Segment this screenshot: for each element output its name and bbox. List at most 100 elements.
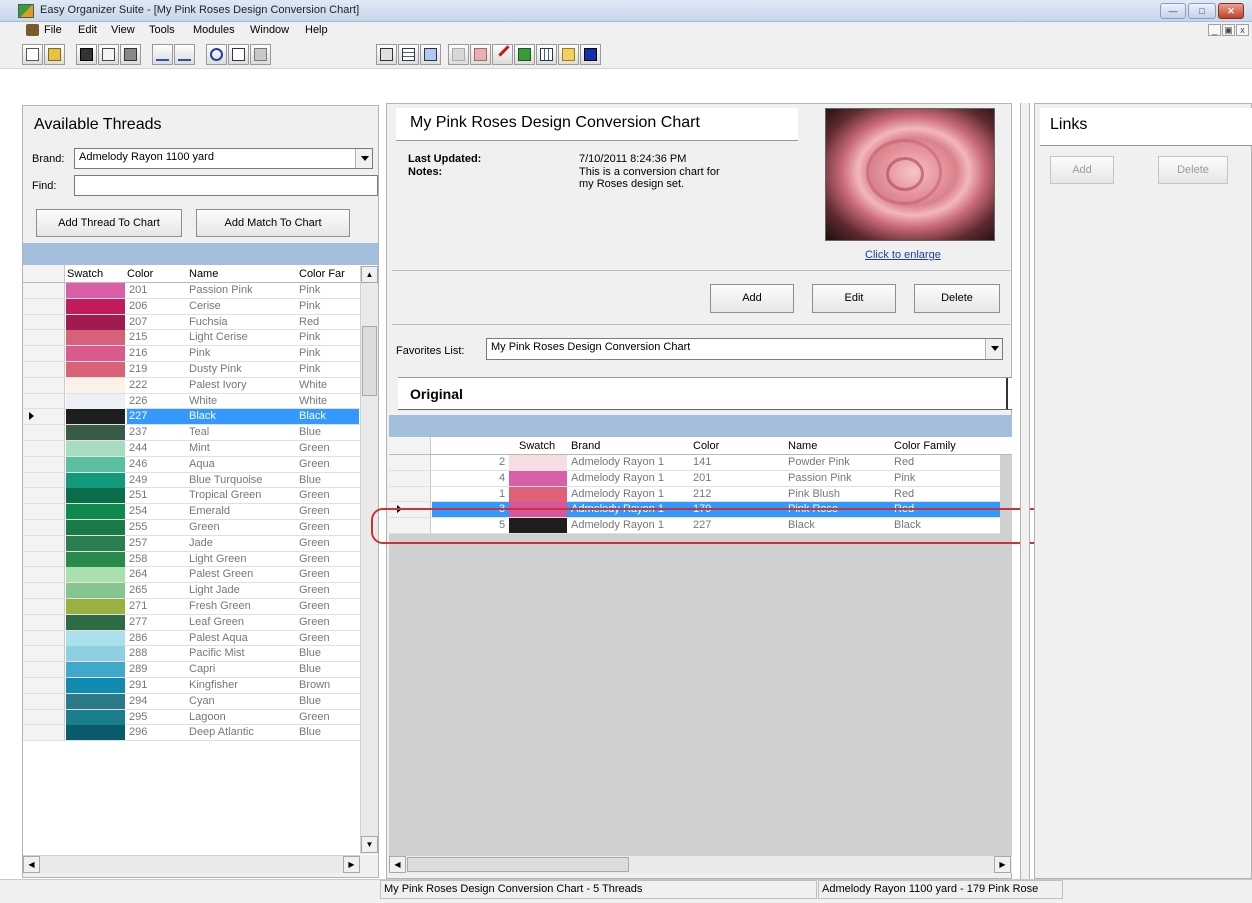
row-header[interactable]	[23, 298, 65, 314]
chart-horizontal-scrollbar[interactable]: ◀ ▶	[389, 855, 1012, 873]
chart-add-button[interactable]: Add	[710, 284, 794, 313]
row-header[interactable]	[23, 346, 65, 361]
delete-toolbar-button[interactable]	[492, 44, 517, 65]
menu-window[interactable]: Window	[250, 24, 289, 36]
col-color-family[interactable]: Color Far	[299, 268, 345, 280]
row-header[interactable]	[23, 330, 65, 346]
table-row[interactable]: 295 Lagoon Green	[23, 709, 378, 726]
menu-tools[interactable]: Tools	[149, 24, 175, 36]
scroll-left-icon[interactable]: ◀	[23, 856, 40, 873]
row-header[interactable]	[23, 646, 65, 662]
scroll-right-icon[interactable]: ▶	[994, 856, 1011, 873]
row-header[interactable]	[23, 567, 65, 583]
save-button[interactable]	[76, 44, 97, 65]
find-input[interactable]	[74, 175, 378, 196]
favorites-list-dropdown[interactable]: My Pink Roses Design Conversion Chart	[486, 338, 1003, 360]
panel-splitter[interactable]	[1020, 103, 1030, 879]
menu-file[interactable]: File	[44, 24, 62, 36]
scroll-thumb[interactable]	[407, 857, 629, 872]
copy-button[interactable]	[228, 44, 249, 65]
mdi-minimize-button[interactable]: _	[1208, 24, 1221, 36]
scroll-left-icon[interactable]: ◀	[389, 856, 406, 873]
threads-horizontal-scrollbar[interactable]: ◀ ▶	[23, 855, 360, 873]
row-header[interactable]	[389, 455, 431, 470]
row-header[interactable]	[23, 361, 65, 377]
table-row[interactable]: 296 Deep Atlantic Blue	[23, 725, 378, 742]
table-row[interactable]: 265 Light Jade Green	[23, 583, 378, 599]
table-row[interactable]: 2 Admelody Rayon 1 141 Powder Pink Red	[389, 455, 1000, 471]
col-name[interactable]: Name	[189, 268, 218, 280]
table-button[interactable]	[536, 44, 557, 65]
col-brand[interactable]: Brand	[571, 440, 600, 452]
row-header[interactable]	[23, 677, 65, 693]
row-header[interactable]	[23, 614, 65, 630]
threads-vertical-scrollbar[interactable]: ▲ ▼	[360, 266, 378, 854]
col-swatch[interactable]: Swatch	[67, 268, 103, 280]
add-thread-to-chart-button[interactable]: Add Thread To Chart	[36, 209, 182, 237]
chart-edit-button[interactable]: Edit	[812, 284, 896, 313]
row-header[interactable]	[23, 504, 65, 519]
table-row[interactable]: 255 Green Green	[23, 519, 378, 536]
row-header[interactable]	[23, 440, 65, 456]
warning-button[interactable]	[558, 44, 579, 65]
table-row[interactable]: 4 Admelody Rayon 1 201 Passion Pink Pink	[389, 470, 1000, 487]
thread-list-button[interactable]	[376, 44, 397, 65]
link-button[interactable]	[448, 44, 469, 65]
section-splitter[interactable]	[1006, 378, 1012, 409]
table-row[interactable]: 286 Palest Aqua Green	[23, 630, 378, 647]
row-header[interactable]	[23, 314, 65, 330]
menu-view[interactable]: View	[111, 24, 135, 36]
row-header[interactable]	[23, 693, 65, 709]
chart-button[interactable]	[420, 44, 441, 65]
rose-thumbnail-image[interactable]	[825, 108, 995, 241]
table-row[interactable]: 291 Kingfisher Brown	[23, 677, 378, 694]
col-color[interactable]: Color	[693, 440, 719, 452]
links-add-button[interactable]: Add	[1050, 156, 1114, 184]
table-row[interactable]: 227 Black Black	[23, 409, 378, 426]
menu-edit[interactable]: Edit	[78, 24, 97, 36]
close-button[interactable]: ✕	[1218, 3, 1244, 19]
row-header[interactable]	[23, 519, 65, 535]
scroll-thumb[interactable]	[362, 326, 377, 396]
table-row[interactable]: 258 Light Green Green	[23, 551, 378, 568]
table-row[interactable]: 271 Fresh Green Green	[23, 598, 378, 615]
col-color[interactable]: Color	[127, 268, 153, 280]
new-button[interactable]	[22, 44, 43, 65]
scroll-down-icon[interactable]: ▼	[361, 836, 378, 853]
table-row[interactable]: 222 Palest Ivory White	[23, 377, 378, 394]
table-row[interactable]: 289 Capri Blue	[23, 662, 378, 678]
table-row[interactable]: 215 Light Cerise Pink	[23, 330, 378, 347]
scroll-right-icon[interactable]: ▶	[343, 856, 360, 873]
row-header[interactable]	[23, 488, 65, 504]
table-row[interactable]: 254 Emerald Green	[23, 504, 378, 520]
row-header[interactable]	[23, 598, 65, 614]
row-header[interactable]	[23, 725, 65, 741]
chevron-down-icon[interactable]	[355, 149, 372, 168]
table-row[interactable]: 1 Admelody Rayon 1 212 Pink Blush Red	[389, 486, 1000, 503]
table-row[interactable]: 277 Leaf Green Green	[23, 614, 378, 631]
mdi-close-button[interactable]: x	[1236, 24, 1249, 36]
table-row[interactable]: 264 Palest Green Green	[23, 567, 378, 584]
row-header[interactable]	[23, 472, 65, 488]
chevron-down-icon[interactable]	[985, 339, 1002, 359]
links-delete-button[interactable]: Delete	[1158, 156, 1228, 184]
minimize-button[interactable]: —	[1160, 3, 1186, 19]
export-button[interactable]	[514, 44, 535, 65]
row-header[interactable]	[23, 535, 65, 551]
row-header[interactable]	[23, 377, 65, 393]
table-row[interactable]: 219 Dusty Pink Pink	[23, 361, 378, 378]
table-row[interactable]: 288 Pacific Mist Blue	[23, 646, 378, 663]
open-button[interactable]	[44, 44, 65, 65]
row-header[interactable]	[23, 709, 65, 725]
row-header[interactable]	[23, 551, 65, 567]
add-match-to-chart-button[interactable]: Add Match To Chart	[196, 209, 350, 237]
unlink-button[interactable]	[470, 44, 491, 65]
paste-button[interactable]	[250, 44, 271, 65]
table-row[interactable]: 244 Mint Green	[23, 440, 378, 457]
col-swatch[interactable]: Swatch	[519, 440, 555, 452]
row-header[interactable]	[23, 583, 65, 598]
click-to-enlarge-link[interactable]: Click to enlarge	[865, 249, 941, 261]
table-row[interactable]: 257 Jade Green	[23, 535, 378, 552]
table-row[interactable]: 294 Cyan Blue	[23, 693, 378, 710]
document-menu-icon[interactable]	[26, 24, 39, 36]
